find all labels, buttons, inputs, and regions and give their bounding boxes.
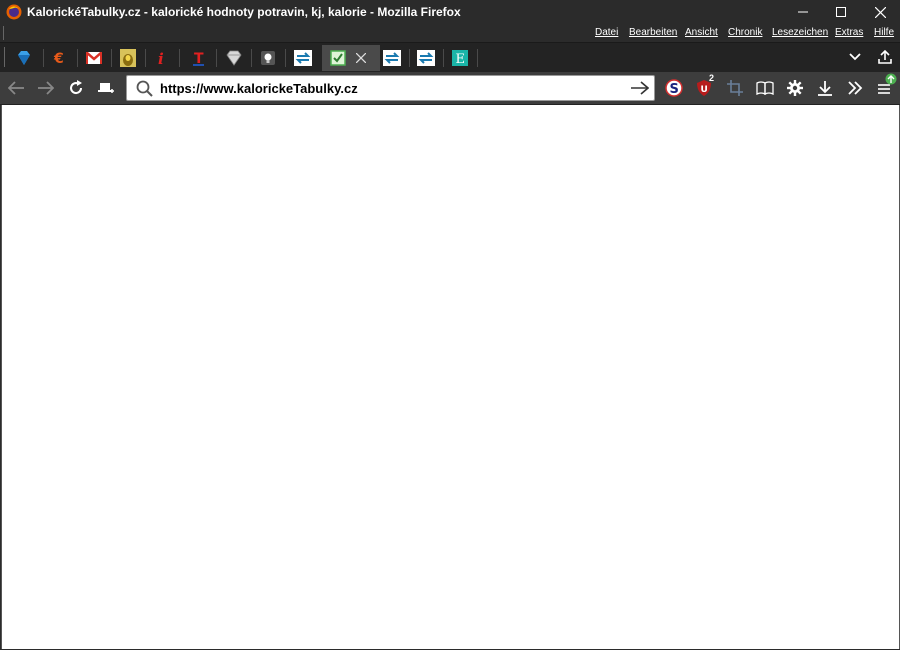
back-button[interactable] — [3, 75, 29, 101]
firefox-icon — [6, 4, 22, 20]
page-content[interactable] — [1, 105, 900, 649]
book-icon — [756, 81, 774, 95]
chevron-down-icon — [849, 53, 861, 61]
checkbox-icon — [330, 50, 346, 66]
url-text[interactable]: https://www.kalorickeTabulky.cz — [160, 81, 358, 96]
upload-tray-icon — [878, 49, 892, 64]
tab-pinned-1[interactable] — [9, 45, 39, 71]
arrows-swap-icon — [383, 50, 401, 66]
close-tab-icon[interactable] — [356, 53, 366, 63]
svg-text:T: T — [194, 51, 204, 66]
menu-extras[interactable]: Extras — [835, 27, 863, 38]
settings-button[interactable] — [782, 75, 808, 101]
maximize-icon — [836, 7, 846, 17]
tab-active[interactable] — [322, 45, 380, 71]
svg-text:U: U — [701, 85, 708, 95]
double-chevron-right-icon — [848, 81, 863, 95]
menu-datei[interactable]: Datei — [595, 27, 618, 38]
tab-pinned-3[interactable] — [79, 45, 109, 71]
window-title: KalorickéTabulky.cz - kalorické hodnoty … — [27, 5, 461, 19]
forward-button[interactable] — [33, 75, 59, 101]
tab-pinned-9[interactable] — [288, 45, 318, 71]
main-menu-button[interactable] — [872, 73, 898, 101]
tab-toolbar-button[interactable] — [872, 44, 898, 70]
go-arrow-icon[interactable] — [631, 81, 649, 95]
menu-chronik[interactable]: Chronik — [728, 27, 762, 38]
close-window-button[interactable] — [860, 0, 900, 24]
search-icon — [136, 80, 153, 97]
s-logo-icon: S — [665, 79, 683, 97]
maximize-button[interactable] — [821, 0, 861, 24]
menu-ansicht[interactable]: Ansicht — [685, 27, 718, 38]
minimize-icon — [798, 11, 808, 13]
title-bar: KalorickéTabulky.cz - kalorické hodnoty … — [0, 0, 900, 24]
reload-button[interactable] — [63, 75, 89, 101]
screenshot-button[interactable] — [93, 75, 119, 101]
blue-diamond-icon — [18, 51, 30, 65]
close-icon — [874, 6, 886, 18]
crop-button[interactable] — [722, 75, 748, 101]
menu-bar: Datei Bearbeiten Ansicht Chronik Lesezei… — [0, 24, 900, 44]
tab-pinned-8[interactable] — [253, 45, 283, 71]
tab-pinned-7[interactable] — [219, 45, 249, 71]
arrow-right-icon — [38, 81, 54, 95]
tab-strip: € i T E — [0, 42, 900, 73]
tab-pinned-5[interactable]: i — [147, 45, 177, 71]
tabstrip-grip — [4, 47, 5, 67]
menu-grip — [3, 26, 4, 40]
menu-hilfe[interactable]: Hilfe — [874, 27, 894, 38]
menu-lesezeichen[interactable]: Lesezeichen — [772, 27, 828, 38]
arrows-swap-icon — [417, 50, 435, 66]
crop-icon — [727, 80, 743, 96]
downloads-button[interactable] — [812, 75, 838, 101]
red-t-icon: T — [193, 51, 204, 66]
addon-s-button[interactable]: S — [661, 75, 687, 101]
gear-icon — [787, 80, 803, 96]
gmail-icon — [86, 52, 102, 64]
tab-pinned-4[interactable] — [113, 45, 143, 71]
arrows-swap-icon — [294, 50, 312, 66]
update-available-icon — [885, 73, 897, 85]
tab-pinned-10[interactable] — [377, 45, 407, 71]
tab-pinned-11[interactable] — [411, 45, 441, 71]
tab-pinned-12[interactable]: E — [445, 45, 475, 71]
list-all-tabs-button[interactable] — [842, 44, 868, 70]
svg-text:€: € — [53, 51, 64, 66]
lightbulb-icon — [261, 51, 275, 65]
svg-text:S: S — [670, 82, 679, 97]
svg-text:E: E — [456, 52, 466, 66]
letter-e-icon: E — [452, 50, 468, 66]
laptop-plus-icon — [98, 83, 114, 93]
white-diamond-icon — [226, 50, 242, 66]
ublock-badge: 2 — [709, 73, 715, 83]
menu-bearbeiten[interactable]: Bearbeiten — [629, 27, 677, 38]
tab-pinned-2[interactable]: € — [45, 45, 75, 71]
tab-pinned-6[interactable]: T — [184, 45, 214, 71]
download-icon — [818, 81, 832, 96]
url-bar[interactable]: https://www.kalorickeTabulky.cz — [126, 75, 655, 101]
gold-pot-icon — [120, 49, 136, 67]
overflow-button[interactable] — [842, 75, 868, 101]
red-i-icon: i — [158, 50, 164, 66]
reader-view-button[interactable] — [752, 75, 778, 101]
minimize-button[interactable] — [783, 0, 823, 24]
arrow-left-icon — [8, 81, 24, 95]
ublock-button[interactable]: U 2 — [691, 73, 717, 101]
svg-text:i: i — [158, 50, 164, 66]
euro-icon: € — [53, 51, 64, 66]
reload-icon — [70, 80, 83, 95]
